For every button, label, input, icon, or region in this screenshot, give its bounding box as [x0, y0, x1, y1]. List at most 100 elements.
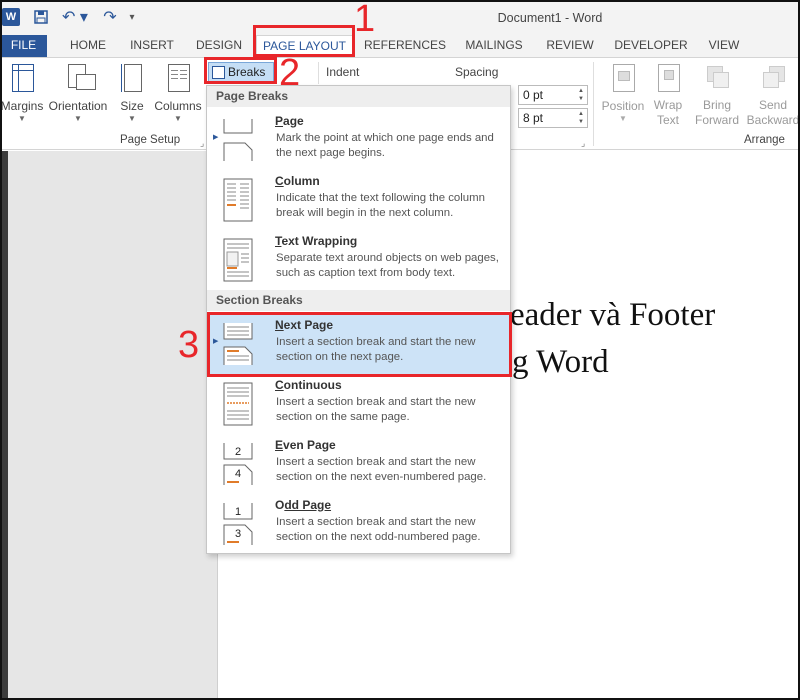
dialog-launcher-icon[interactable]: ⌟ — [581, 138, 585, 149]
page-breaks-header: Page Breaks — [207, 86, 510, 107]
even-page-title: Even Page — [275, 438, 336, 452]
wrap-text-label-2: Text — [656, 113, 679, 127]
odd-page-description: Insert a section break and start the new… — [276, 516, 481, 543]
customize-quick-access-icon[interactable]: ▾ — [126, 6, 138, 28]
tab-review[interactable]: REVIEW — [542, 35, 598, 57]
margins-icon — [8, 62, 36, 92]
svg-text:3: 3 — [235, 528, 241, 540]
position-icon — [609, 62, 637, 92]
send-backward-label-2: Backward — [746, 113, 800, 127]
bring-forward-icon — [703, 62, 731, 92]
text-wrapping-description: Separate text around objects on web page… — [276, 252, 499, 279]
wrap-text-label-1: Wrap — [653, 98, 683, 112]
annotation-box-next-page — [207, 312, 512, 377]
orientation-icon — [64, 62, 96, 92]
svg-text:4: 4 — [235, 468, 241, 480]
document-text-line-2: g Word — [512, 344, 609, 380]
wrap-text-button[interactable]: Wrap Text — [648, 62, 688, 127]
chevron-down-icon: ▼ — [74, 114, 82, 123]
chevron-down-icon: ▼ — [619, 114, 627, 123]
text-wrapping-break-icon — [223, 238, 253, 282]
dialog-launcher-icon[interactable]: ⌟ — [200, 138, 204, 149]
wrap-text-icon — [654, 62, 682, 92]
chevron-down-icon: ▼ — [18, 114, 26, 123]
size-label: Size — [120, 99, 144, 113]
spacing-before-value: 0 pt — [523, 88, 544, 102]
orientation-label: Orientation — [48, 99, 108, 113]
annotation-number-2: 2 — [279, 52, 301, 94]
page-description: Mark the point at which one page ends an… — [276, 132, 494, 159]
column-break-icon — [223, 178, 253, 222]
odd-page-section-break-icon: 1 3 — [223, 503, 253, 545]
column-title: Column — [275, 174, 320, 188]
margins-label: Margins — [0, 99, 44, 113]
position-button[interactable]: Position ▼ — [598, 62, 648, 125]
section-breaks-header: Section Breaks — [207, 290, 510, 311]
word-app-icon: W — [2, 8, 20, 26]
columns-label: Columns — [154, 99, 202, 113]
column-description: Indicate that the text following the col… — [276, 192, 485, 219]
submenu-marker-icon: ▶ — [213, 134, 219, 141]
bring-forward-label-1: Bring — [702, 98, 731, 112]
continuous-section-break-icon — [223, 382, 253, 426]
arrange-group-label: Arrange — [744, 134, 785, 146]
menu-item-page[interactable]: ▶ Page Mark the point at which one page … — [207, 111, 510, 171]
text-wrapping-title: Text Wrapping — [275, 234, 358, 248]
page-break-icon — [223, 119, 253, 161]
document-text-line-1: eader và Footer — [510, 297, 716, 333]
spacing-after-field[interactable]: 8 pt ▲ ▼ — [518, 108, 588, 128]
columns-button[interactable]: Columns ▼ — [152, 62, 204, 125]
chevron-down-icon: ▼ — [174, 114, 182, 123]
annotation-number-1: 1 — [354, 0, 376, 40]
menu-item-continuous[interactable]: Continuous Insert a section break and st… — [207, 375, 510, 435]
size-button[interactable]: Size ▼ — [114, 62, 150, 125]
spacing-after-value: 8 pt — [523, 111, 544, 125]
send-backward-button[interactable]: Send Backward — [746, 62, 800, 127]
tab-developer[interactable]: DEVELOPER — [612, 35, 690, 57]
tab-mailings[interactable]: MAILINGS — [460, 35, 528, 57]
send-backward-label-1: Send — [758, 98, 788, 112]
menu-item-even-page[interactable]: 2 4 Even Page Insert a section break and… — [207, 435, 510, 495]
svg-text:2: 2 — [235, 446, 241, 458]
svg-text:1: 1 — [235, 506, 241, 518]
chevron-down-icon: ▼ — [128, 114, 136, 123]
menu-item-text-wrapping[interactable]: Text Wrapping Separate text around objec… — [207, 231, 510, 291]
spacing-before-field[interactable]: 0 pt ▲ ▼ — [518, 85, 588, 105]
margins-button[interactable]: Margins ▼ — [0, 62, 44, 125]
tab-view[interactable]: VIEW — [702, 35, 746, 57]
spinner-arrows-icon[interactable]: ▲ ▼ — [578, 110, 584, 126]
spinner-arrows-icon[interactable]: ▲ ▼ — [578, 87, 584, 103]
menu-item-column[interactable]: Column Indicate that the text following … — [207, 171, 510, 231]
tab-home[interactable]: HOME — [62, 35, 114, 57]
tab-insert[interactable]: INSERT — [126, 35, 178, 57]
page-setup-group-label: Page Setup — [120, 134, 181, 146]
annotation-box-page-layout — [253, 25, 355, 57]
left-edge — [0, 151, 8, 700]
spacing-label: Spacing — [455, 65, 499, 79]
save-icon[interactable] — [32, 6, 50, 28]
indent-label: Indent — [326, 65, 360, 79]
tab-references[interactable]: REFERENCES — [364, 35, 446, 57]
annotation-number-3: 3 — [178, 324, 200, 366]
title-bar: W ↶ ▾ ↷ ▾ Document1 - Word — [0, 0, 800, 35]
undo-icon[interactable]: ↶ ▾ — [60, 6, 90, 28]
tab-design[interactable]: DESIGN — [192, 35, 246, 57]
divider — [318, 62, 319, 84]
size-icon — [118, 62, 146, 92]
ribbon-tab-bar: FILE HOME INSERT DESIGN PAGE LAYOUT REFE… — [0, 35, 800, 57]
divider — [593, 62, 594, 146]
tab-file[interactable]: FILE — [0, 35, 47, 57]
continuous-description: Insert a section break and start the new… — [276, 396, 476, 423]
page-title: Page — [275, 114, 304, 128]
redo-icon[interactable]: ↷ — [100, 6, 120, 28]
columns-icon — [164, 62, 192, 92]
even-page-section-break-icon: 2 4 — [223, 443, 253, 485]
orientation-button[interactable]: Orientation ▼ — [46, 62, 110, 125]
menu-item-odd-page[interactable]: 1 3 Odd Page Insert a section break and … — [207, 495, 510, 553]
position-label: Position — [601, 99, 645, 113]
send-backward-icon — [759, 62, 787, 92]
odd-page-title: Odd Page — [275, 498, 332, 512]
even-page-description: Insert a section break and start the new… — [276, 456, 487, 483]
window-title: Document1 - Word — [497, 11, 603, 25]
bring-forward-button[interactable]: Bring Forward — [690, 62, 744, 127]
